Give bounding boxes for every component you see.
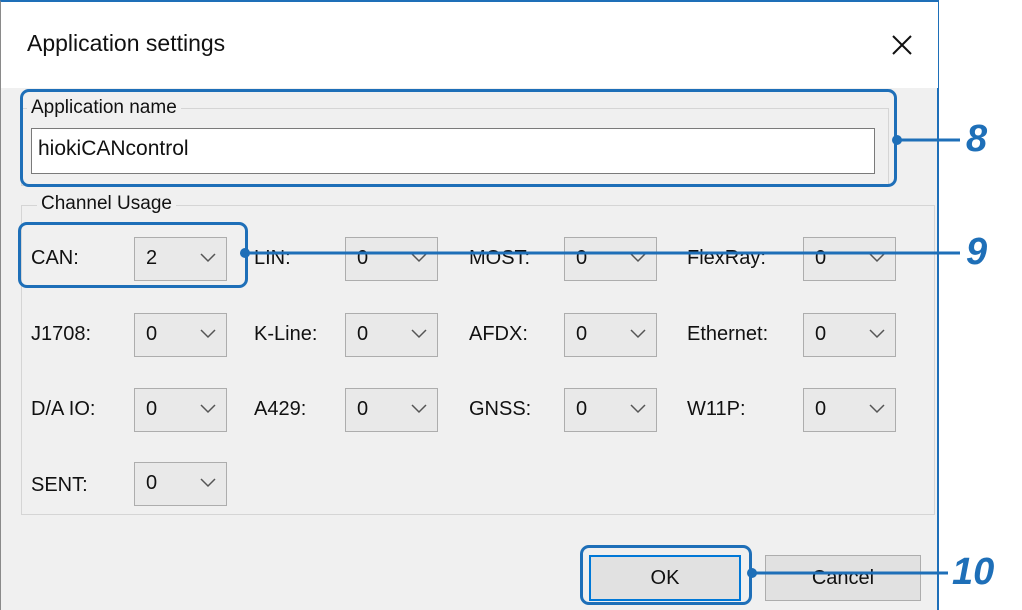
leader-line-10: [747, 568, 948, 578]
leader-line-8: [892, 135, 960, 145]
callout-number-10: 10: [952, 551, 995, 593]
callout-leader-lines: [240, 135, 960, 578]
leader-line-9: [240, 248, 960, 258]
callout-number-9: 9: [966, 231, 988, 273]
callout-number-8: 8: [966, 118, 988, 160]
